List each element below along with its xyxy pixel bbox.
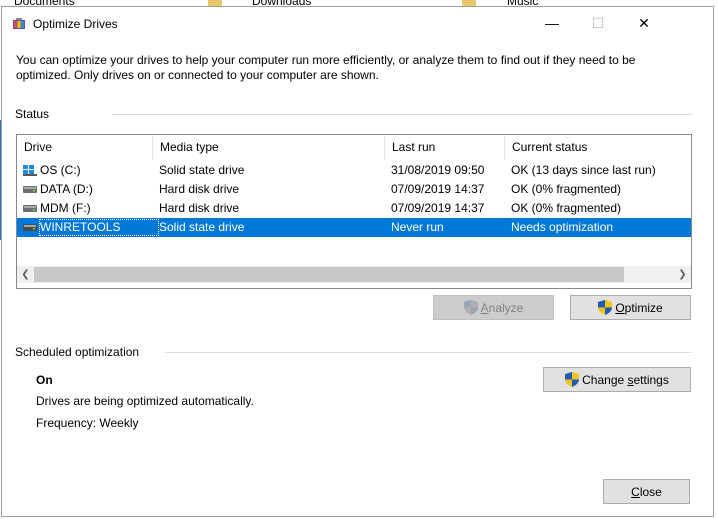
- hard-drive-icon: [23, 186, 37, 193]
- maximize-button[interactable]: ☐: [575, 7, 621, 39]
- scheduled-divider: [165, 352, 692, 353]
- scroll-left-arrow-icon[interactable]: ❮: [17, 266, 34, 283]
- optimize-label: Optimize: [615, 300, 663, 315]
- current-status: OK (0% fragmented): [511, 201, 622, 215]
- windows-drive-icon: [23, 165, 37, 176]
- minimize-button[interactable]: —: [529, 7, 575, 39]
- close-button[interactable]: Close: [603, 479, 690, 504]
- scroll-right-arrow-icon[interactable]: ❯: [674, 266, 691, 283]
- drive-name: MDM (F:): [40, 201, 91, 215]
- column-header-last-run[interactable]: Last run: [385, 135, 505, 160]
- current-status: Needs optimization: [511, 220, 614, 234]
- close-label: Close: [631, 484, 662, 499]
- schedule-state: On: [36, 373, 53, 387]
- window-title: Optimize Drives: [33, 17, 118, 31]
- minimize-icon: —: [545, 15, 559, 31]
- schedule-frequency: Frequency: Weekly: [36, 416, 139, 430]
- shield-icon: [598, 300, 613, 315]
- drive-name: DATA (D:): [40, 182, 93, 196]
- status-divider: [112, 114, 692, 115]
- last-run: 07/09/2019 14:37: [391, 201, 485, 215]
- column-header-current-status[interactable]: Current status: [505, 135, 691, 160]
- media-type: Hard disk drive: [159, 201, 240, 215]
- drive-list-header: Drive Media type Last run Current status: [17, 135, 691, 160]
- hard-drive-icon: [23, 205, 37, 212]
- close-icon: ✕: [638, 14, 650, 31]
- status-group-title: Status: [15, 107, 50, 121]
- column-header-drive[interactable]: Drive: [17, 135, 152, 160]
- shield-icon: [565, 372, 580, 387]
- drive-list[interactable]: Drive Media type Last run Current status…: [16, 134, 692, 289]
- maximize-icon: ☐: [591, 14, 605, 31]
- analyze-button[interactable]: Analyze: [433, 295, 554, 320]
- optimize-drives-window: Optimize Drives — ☐ ✕ You can optimize y…: [1, 6, 714, 517]
- hard-drive-icon: [23, 224, 37, 231]
- last-run: Never run: [391, 220, 444, 234]
- drive-row-winretools[interactable]: WINRETOOLS Solid state drive Never run N…: [17, 218, 691, 237]
- media-type: Hard disk drive: [159, 182, 240, 196]
- optimize-button[interactable]: Optimize: [570, 295, 691, 320]
- title-bar[interactable]: Optimize Drives — ☐ ✕: [2, 7, 713, 39]
- defrag-app-icon: [13, 18, 25, 29]
- analyze-label: Analyze: [480, 300, 524, 315]
- drive-name: OS (C:): [40, 163, 81, 177]
- scrollbar-thumb[interactable]: [34, 267, 624, 282]
- shield-icon: [463, 300, 478, 315]
- column-header-media-type[interactable]: Media type: [153, 135, 384, 160]
- drive-name: WINRETOOLS: [40, 220, 121, 234]
- drive-row-mdm-f[interactable]: MDM (F:) Hard disk drive 07/09/2019 14:3…: [17, 199, 691, 218]
- current-status: OK (13 days since last run): [511, 163, 656, 177]
- media-type: Solid state drive: [159, 163, 245, 177]
- last-run: 31/08/2019 09:50: [391, 163, 485, 177]
- close-window-button[interactable]: ✕: [621, 7, 667, 39]
- change-settings-button[interactable]: Change settings: [543, 367, 691, 392]
- media-type: Solid state drive: [159, 220, 245, 234]
- description-text: You can optimize your drives to help you…: [16, 53, 636, 82]
- scheduled-group-title: Scheduled optimization: [15, 345, 140, 359]
- schedule-description: Drives are being optimized automatically…: [36, 394, 254, 408]
- change-settings-label: Change settings: [582, 372, 669, 387]
- horizontal-scrollbar[interactable]: ❮ ❯: [17, 266, 691, 283]
- drive-row-data-d[interactable]: DATA (D:) Hard disk drive 07/09/2019 14:…: [17, 180, 691, 199]
- drive-row-os-c[interactable]: OS (C:) Solid state drive 31/08/2019 09:…: [17, 161, 691, 180]
- current-status: OK (0% fragmented): [511, 182, 622, 196]
- last-run: 07/09/2019 14:37: [391, 182, 485, 196]
